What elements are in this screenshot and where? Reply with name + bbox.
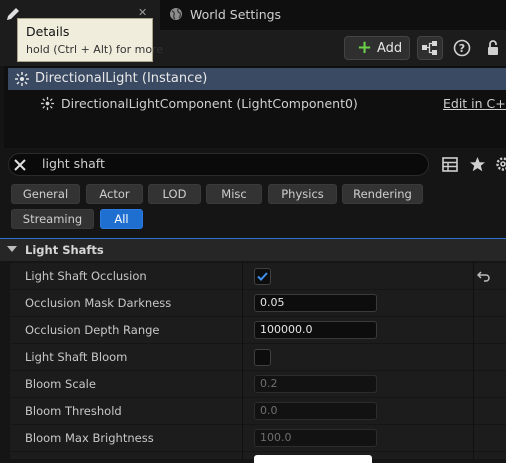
component-label[interactable]: DirectionalLightComponent (LightComponen… — [61, 96, 358, 111]
column-divider — [473, 262, 474, 459]
occlusion-depth-range-value: 100000.0 — [260, 323, 313, 336]
filter-general[interactable]: General — [11, 184, 80, 204]
filter-physics[interactable]: Physics — [268, 184, 337, 204]
actor-label: DirectionalLight (Instance) — [35, 71, 207, 86]
bloom-max-brightness-value: 100.0 — [260, 431, 292, 444]
bloom-scale-field[interactable]: 0.2 — [254, 375, 377, 393]
section-title: Light Shafts — [25, 243, 104, 257]
color-field[interactable] — [254, 455, 372, 463]
close-icon[interactable]: ✕ — [138, 8, 148, 18]
prop-label-light-shaft-bloom: Light Shaft Bloom — [25, 350, 127, 364]
help-icon[interactable]: ? — [453, 39, 471, 57]
filter-actor[interactable]: Actor — [86, 184, 143, 204]
edit-in-cpp-link[interactable]: Edit in C++ — [443, 96, 506, 111]
lock-icon[interactable] — [484, 38, 504, 58]
filter-misc[interactable]: Misc — [206, 184, 262, 204]
bloom-scale-value: 0.2 — [260, 377, 278, 390]
star-icon[interactable] — [469, 156, 486, 173]
add-button-label: Add — [377, 41, 402, 56]
blueprint-icon — [418, 37, 442, 59]
filter-streaming[interactable]: Streaming — [11, 209, 94, 229]
svg-text:?: ? — [459, 42, 465, 55]
prop-label-light-shaft-occlusion: Light Shaft Occlusion — [25, 269, 147, 283]
tooltip-subtitle: hold (Ctrl + Alt) for more — [26, 43, 163, 56]
blueprint-button[interactable] — [417, 36, 443, 60]
prop-label-bloom-scale: Bloom Scale — [25, 377, 96, 391]
reset-to-default-icon[interactable] — [477, 269, 491, 283]
filter-all[interactable]: All — [100, 209, 143, 229]
prop-label-occlusion-depth-range: Occlusion Depth Range — [25, 323, 159, 337]
filter-rendering[interactable]: Rendering — [342, 184, 423, 204]
tooltip-title: Details — [26, 24, 69, 39]
prop-label-occlusion-mask-darkness: Occlusion Mask Darkness — [25, 296, 171, 310]
filter-lod[interactable]: LOD — [148, 184, 201, 204]
light-shaft-occlusion-checkbox[interactable] — [254, 268, 271, 285]
tab-world-settings[interactable]: World Settings — [190, 7, 281, 22]
prop-label-bloom-threshold: Bloom Threshold — [25, 404, 122, 418]
occlusion-depth-range-field[interactable]: 100000.0 — [254, 321, 377, 339]
plus-icon: + — [357, 38, 372, 58]
light-shaft-bloom-checkbox[interactable] — [254, 349, 271, 366]
light-component-icon — [40, 96, 55, 111]
column-divider — [242, 262, 243, 459]
directional-light-icon — [14, 71, 30, 87]
table-view-icon[interactable] — [441, 156, 459, 173]
occlusion-mask-darkness-field[interactable]: 0.05 — [254, 294, 377, 312]
add-button[interactable]: + Add — [344, 36, 410, 60]
bloom-max-brightness-field[interactable]: 100.0 — [254, 429, 377, 447]
chevron-down-icon[interactable] — [7, 246, 17, 252]
bloom-threshold-value: 0.0 — [260, 404, 278, 417]
bloom-threshold-field[interactable]: 0.0 — [254, 402, 377, 420]
occlusion-mask-darkness-value: 0.05 — [260, 296, 285, 309]
search-value: light shaft — [42, 156, 105, 171]
gear-icon[interactable] — [494, 155, 506, 173]
globe-icon — [169, 7, 183, 21]
check-icon — [255, 269, 270, 284]
clear-search-icon[interactable] — [12, 157, 28, 173]
prop-label-bloom-max-brightness: Bloom Max Brightness — [25, 431, 154, 445]
